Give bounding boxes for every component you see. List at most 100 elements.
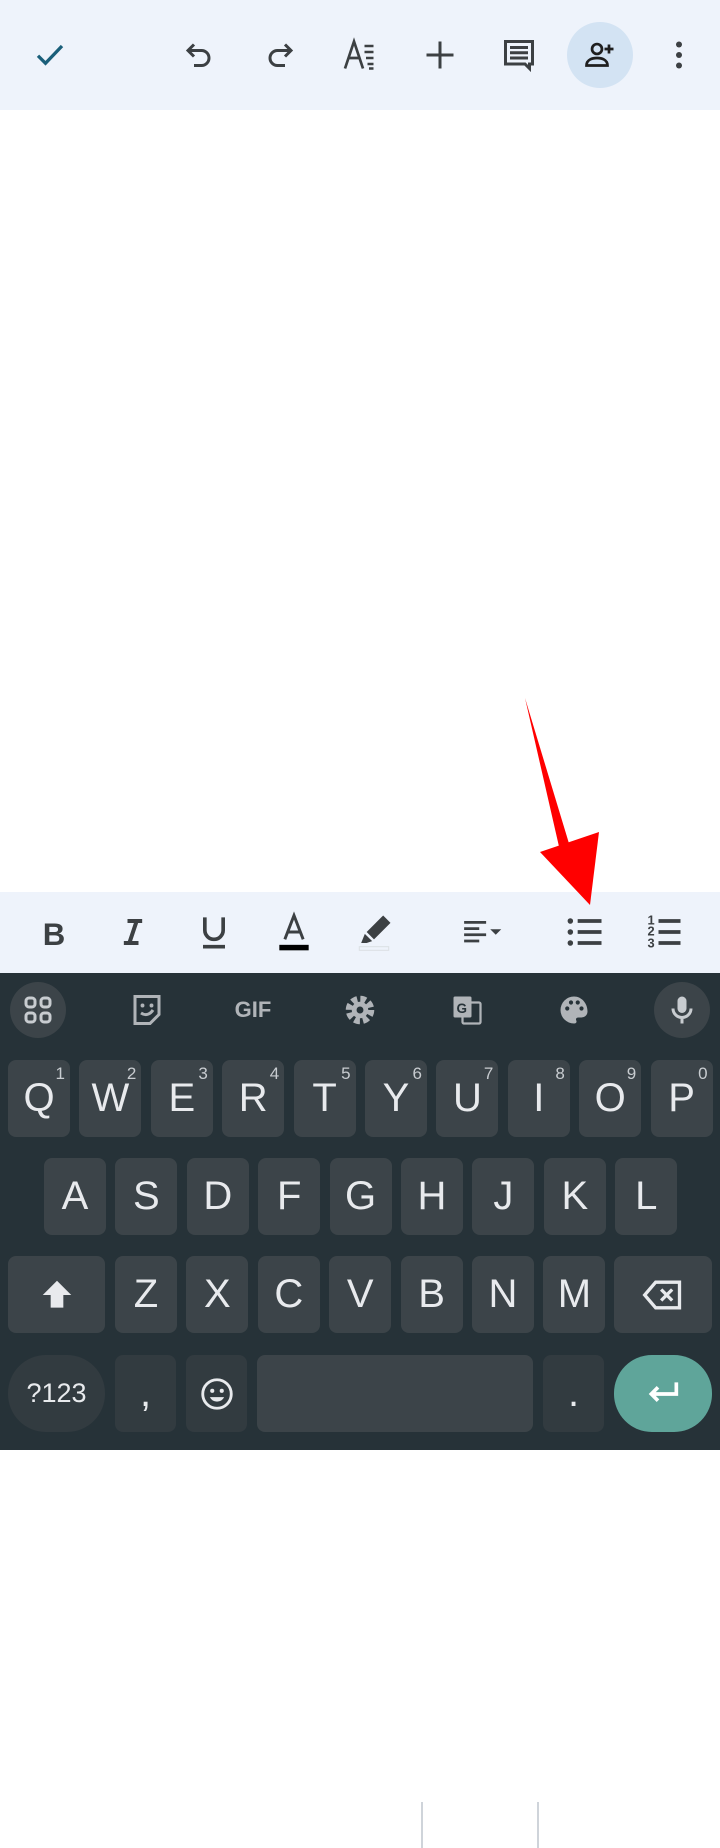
key-b[interactable]: B: [400, 1256, 463, 1333]
shift-key[interactable]: [8, 1256, 105, 1333]
comment-button[interactable]: [486, 22, 552, 88]
emoji-key[interactable]: [186, 1355, 247, 1432]
key-y[interactable]: Y6: [365, 1060, 427, 1137]
top-toolbar: [0, 0, 720, 110]
key-u[interactable]: U7: [436, 1060, 499, 1137]
key-label: R: [238, 1076, 268, 1120]
divider: [421, 1802, 423, 1848]
enter-icon: [648, 1381, 679, 1402]
key-s[interactable]: S: [115, 1158, 178, 1235]
bulleted-list-button[interactable]: [555, 902, 615, 962]
key-label: P: [668, 1076, 695, 1120]
key-q[interactable]: Q1: [8, 1060, 70, 1137]
italic-button[interactable]: [103, 902, 163, 962]
key-o[interactable]: O9: [579, 1060, 642, 1137]
undo-button[interactable]: [167, 22, 233, 88]
done-button[interactable]: [17, 22, 83, 88]
symbols-key[interactable]: ?123: [8, 1355, 105, 1432]
numbered-list-icon: 123: [648, 913, 681, 951]
format-toolbar: B 123: [0, 892, 720, 1848]
key-z[interactable]: Z: [115, 1256, 177, 1333]
key-hint: 1: [55, 1064, 65, 1083]
sticker-icon: [133, 995, 161, 1025]
key-n[interactable]: N: [472, 1256, 534, 1333]
key-label: D: [203, 1174, 233, 1218]
key-d[interactable]: D: [186, 1158, 249, 1235]
key-label: T: [312, 1076, 337, 1120]
underline-button[interactable]: [184, 902, 244, 962]
comma-key[interactable]: ,: [115, 1355, 176, 1432]
theme-button[interactable]: [546, 982, 602, 1038]
text-color-button[interactable]: [264, 902, 324, 962]
key-hint: 6: [412, 1064, 422, 1083]
key-label: C: [274, 1272, 304, 1316]
key-w[interactable]: W2: [79, 1060, 142, 1137]
key-t[interactable]: T5: [293, 1060, 356, 1137]
key-x[interactable]: X: [186, 1256, 249, 1333]
key-label: J: [493, 1174, 514, 1218]
underline-icon: [203, 917, 225, 949]
palette-icon: [560, 996, 588, 1024]
key-label: W: [91, 1076, 130, 1120]
key-k[interactable]: K: [543, 1158, 606, 1235]
key-hint: 4: [269, 1064, 280, 1083]
translate-button[interactable]: G: [439, 982, 495, 1038]
comment-icon: [504, 40, 534, 73]
key-v[interactable]: V: [329, 1256, 392, 1333]
svg-text:B: B: [43, 917, 66, 952]
add-person-icon: [585, 42, 614, 67]
share-button[interactable]: [567, 22, 633, 88]
bold-button[interactable]: B: [24, 902, 84, 962]
voice-input-button[interactable]: [654, 982, 710, 1038]
redo-button[interactable]: [246, 22, 312, 88]
more-options-button[interactable]: [646, 22, 712, 88]
more-vert-icon: [676, 41, 682, 69]
bold-icon: B: [43, 917, 66, 952]
key-a[interactable]: A: [44, 1158, 106, 1235]
period-key[interactable]: .: [543, 1355, 604, 1432]
svg-text:G: G: [457, 1001, 468, 1016]
key-i[interactable]: I8: [507, 1060, 570, 1137]
key-label: H: [417, 1174, 447, 1218]
text-format-icon: [343, 37, 374, 70]
key-label: F: [276, 1174, 302, 1218]
key-r[interactable]: R4: [222, 1060, 285, 1137]
key-hint: 7: [483, 1064, 494, 1083]
numbered-list-button[interactable]: 123: [634, 902, 694, 962]
key-label: Y: [382, 1076, 410, 1120]
key-m[interactable]: M: [543, 1256, 606, 1333]
highlight-button[interactable]: [344, 902, 404, 962]
key-c[interactable]: C: [257, 1256, 320, 1333]
align-button[interactable]: [450, 902, 514, 962]
key-f[interactable]: F: [258, 1158, 321, 1235]
apps-button[interactable]: [10, 982, 66, 1038]
sticker-button[interactable]: [119, 982, 175, 1038]
key-hint: 2: [126, 1064, 137, 1083]
insert-button[interactable]: [407, 22, 473, 88]
text-color-icon: [279, 911, 309, 951]
key-label: L: [635, 1174, 658, 1218]
settings-button[interactable]: [332, 982, 388, 1038]
gif-button[interactable]: GIF: [225, 982, 281, 1038]
key-hint: 5: [341, 1064, 351, 1083]
text-format-button[interactable]: [327, 22, 393, 88]
key-label: X: [204, 1272, 231, 1316]
key-p[interactable]: P0: [650, 1060, 713, 1137]
key-g[interactable]: G: [329, 1158, 392, 1235]
key-l[interactable]: L: [615, 1158, 678, 1235]
key-label: Z: [133, 1272, 159, 1316]
key-j[interactable]: J: [472, 1158, 535, 1235]
space-key[interactable]: [257, 1355, 533, 1432]
key-hint: 0: [698, 1064, 708, 1083]
key-label: N: [488, 1272, 518, 1316]
key-h[interactable]: H: [401, 1158, 463, 1235]
bulleted-list-icon: [567, 918, 602, 946]
key-e[interactable]: E3: [150, 1060, 213, 1137]
key-label: V: [346, 1272, 374, 1316]
key-hint: 9: [626, 1064, 637, 1083]
translate-icon: G: [453, 996, 482, 1025]
enter-key[interactable]: [614, 1355, 712, 1432]
document-canvas[interactable]: [0, 110, 720, 892]
backspace-key[interactable]: [614, 1256, 712, 1333]
highlight-icon: [358, 915, 391, 951]
